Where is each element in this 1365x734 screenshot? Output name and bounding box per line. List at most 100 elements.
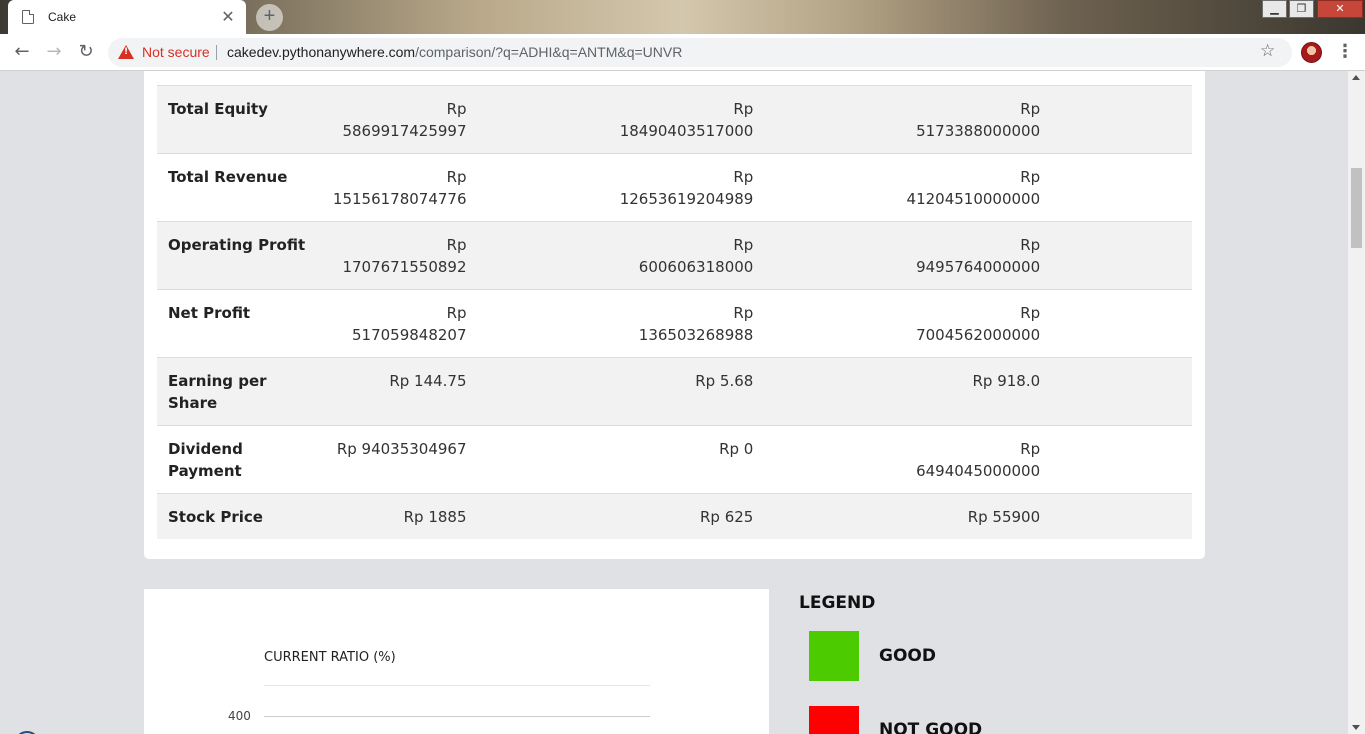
page-viewport: Total Equity Rp 5869917425997 Rp 18490403517… [0,71,1348,734]
star-icon[interactable]: ☆ [1260,41,1275,61]
comparison-card: Total Equity Rp 5869917425997 Rp 18490403517… [144,71,1205,559]
value-line-2: 18490403517000 [619,122,754,140]
value-line-2: 41204510000000 [906,190,1041,208]
value-line-2: 600606318000 [638,258,754,276]
value-line-2: 5869917425997 [342,122,467,140]
spacer-cell [1051,221,1192,290]
value-line-1: Rp [446,100,467,118]
address-bar[interactable]: Not secure cakedev.pythonanywhere.com/co… [108,38,1292,67]
value-cell: Rp 12653619204989 [477,153,765,222]
value-line-1: Rp 5.68 [695,372,754,390]
title-bar: Cake ✕ + ▁ ❐ ✕ [0,0,1365,34]
value-cell: Rp 18490403517000 [477,85,765,154]
value-cell: Rp 918.0 [764,357,1052,426]
vertical-scrollbar[interactable] [1348,71,1365,734]
maximize-icon: ❐ [1296,2,1307,15]
value-cell: Rp 144.75 [321,357,478,426]
kebab-menu-icon[interactable]: ⋮ [1336,40,1354,64]
value-line-1: Rp 144.75 [389,372,467,390]
value-line-1: Rp 94035304967 [336,440,467,458]
minimize-button[interactable]: ▁ [1262,0,1287,18]
close-window-button[interactable]: ✕ [1317,0,1363,18]
value-cell: Rp 15156178074776 [321,153,478,222]
comparison-table: Total Equity Rp 5869917425997 Rp 18490403517… [157,85,1192,539]
value-cell: Rp 136503268988 [477,289,765,358]
value-line-2: 6494045000000 [916,462,1041,480]
legend-good-label: GOOD [879,646,936,666]
spacer-cell [1051,85,1192,154]
value-line-1: Rp 1885 [403,508,467,526]
row-label: Earning per Share [157,357,322,426]
legend-bad-swatch [809,706,859,734]
value-cell: Rp 600606318000 [477,221,765,290]
value-line-1: Rp [446,304,467,322]
y-gridline [264,716,650,717]
value-cell: Rp 517059848207 [321,289,478,358]
value-cell: Rp 6494045000000 [764,425,1052,494]
forward-arrow-icon[interactable]: → [42,40,66,64]
url-host: cakedev.pythonanywhere.com [227,44,416,60]
value-cell: Rp 1707671550892 [321,221,478,290]
value-line-1: Rp [733,304,754,322]
chart-title: CURRENT RATIO (%) [264,650,396,665]
spacer-cell [1051,493,1192,539]
value-line-2: 1707671550892 [342,258,467,276]
warning-triangle-icon [118,45,134,59]
spacer-cell [1051,357,1192,426]
value-line-1: Rp [1020,100,1041,118]
table-row: Dividend Payment Rp 94035304967 Rp 0 Rp 6494… [157,425,1192,494]
row-label: Dividend Payment [157,425,322,494]
value-line-1: Rp 625 [699,508,754,526]
table-row: Stock Price Rp 1885 Rp 625 Rp 55900 [157,493,1192,539]
value-line-2: 136503268988 [638,326,754,344]
back-arrow-icon[interactable]: ← [10,40,34,64]
row-label: Total Equity [157,85,322,154]
value-line-1: Rp [733,168,754,186]
minimize-icon: ▁ [1270,2,1279,15]
value-line-1: Rp [446,236,467,254]
value-cell: Rp 94035304967 [321,425,478,494]
table-row: Operating Profit Rp 1707671550892 Rp 6006063… [157,221,1192,290]
scrollbar-thumb[interactable] [1351,168,1362,248]
table-row: Earning per Share Rp 144.75 Rp 5.68 Rp 918.… [157,357,1192,426]
profile-avatar[interactable] [1301,42,1322,63]
value-line-1: Rp [1020,304,1041,322]
new-tab-button[interactable]: + [256,4,283,31]
scroll-up-arrow-icon[interactable] [1352,75,1360,80]
value-cell: Rp 5869917425997 [321,85,478,154]
scroll-down-arrow-icon[interactable] [1352,725,1360,730]
value-cell: Rp 5.68 [477,357,765,426]
value-line-2: 7004562000000 [916,326,1041,344]
table-row: Total Equity Rp 5869917425997 Rp 18490403517… [157,85,1192,154]
legend-good-swatch [809,631,859,681]
value-line-1: Rp [733,100,754,118]
security-indicator[interactable]: Not secure [142,44,210,60]
y-tick-label: 400 [228,709,251,723]
value-line-1: Rp 918.0 [972,372,1041,390]
address-separator [216,45,217,60]
legend-title: LEGEND [799,593,876,613]
spacer-cell [1051,153,1192,222]
browser-tab[interactable]: Cake ✕ [8,0,246,34]
spacer-cell [1051,425,1192,494]
chart-top-border [264,685,650,686]
tab-title: Cake [48,10,77,24]
value-line-2: 12653619204989 [619,190,754,208]
row-label: Stock Price [157,493,322,539]
url-text[interactable]: cakedev.pythonanywhere.com/comparison/?q… [227,44,682,60]
maximize-button[interactable]: ❐ [1289,0,1314,18]
value-line-1: Rp 55900 [967,508,1041,526]
value-line-2: 517059848207 [351,326,467,344]
reload-icon[interactable]: ↻ [74,40,98,64]
value-line-2: 9495764000000 [916,258,1041,276]
value-cell: Rp 625 [477,493,765,539]
close-window-icon: ✕ [1335,2,1345,15]
value-cell: Rp 9495764000000 [764,221,1052,290]
value-line-1: Rp [1020,236,1041,254]
row-label: Net Profit [157,289,322,358]
value-line-2: 5173388000000 [916,122,1041,140]
value-cell: Rp 1885 [321,493,478,539]
close-icon[interactable]: ✕ [220,7,236,27]
value-line-1: Rp [1020,440,1041,458]
value-cell: Rp 5173388000000 [764,85,1052,154]
